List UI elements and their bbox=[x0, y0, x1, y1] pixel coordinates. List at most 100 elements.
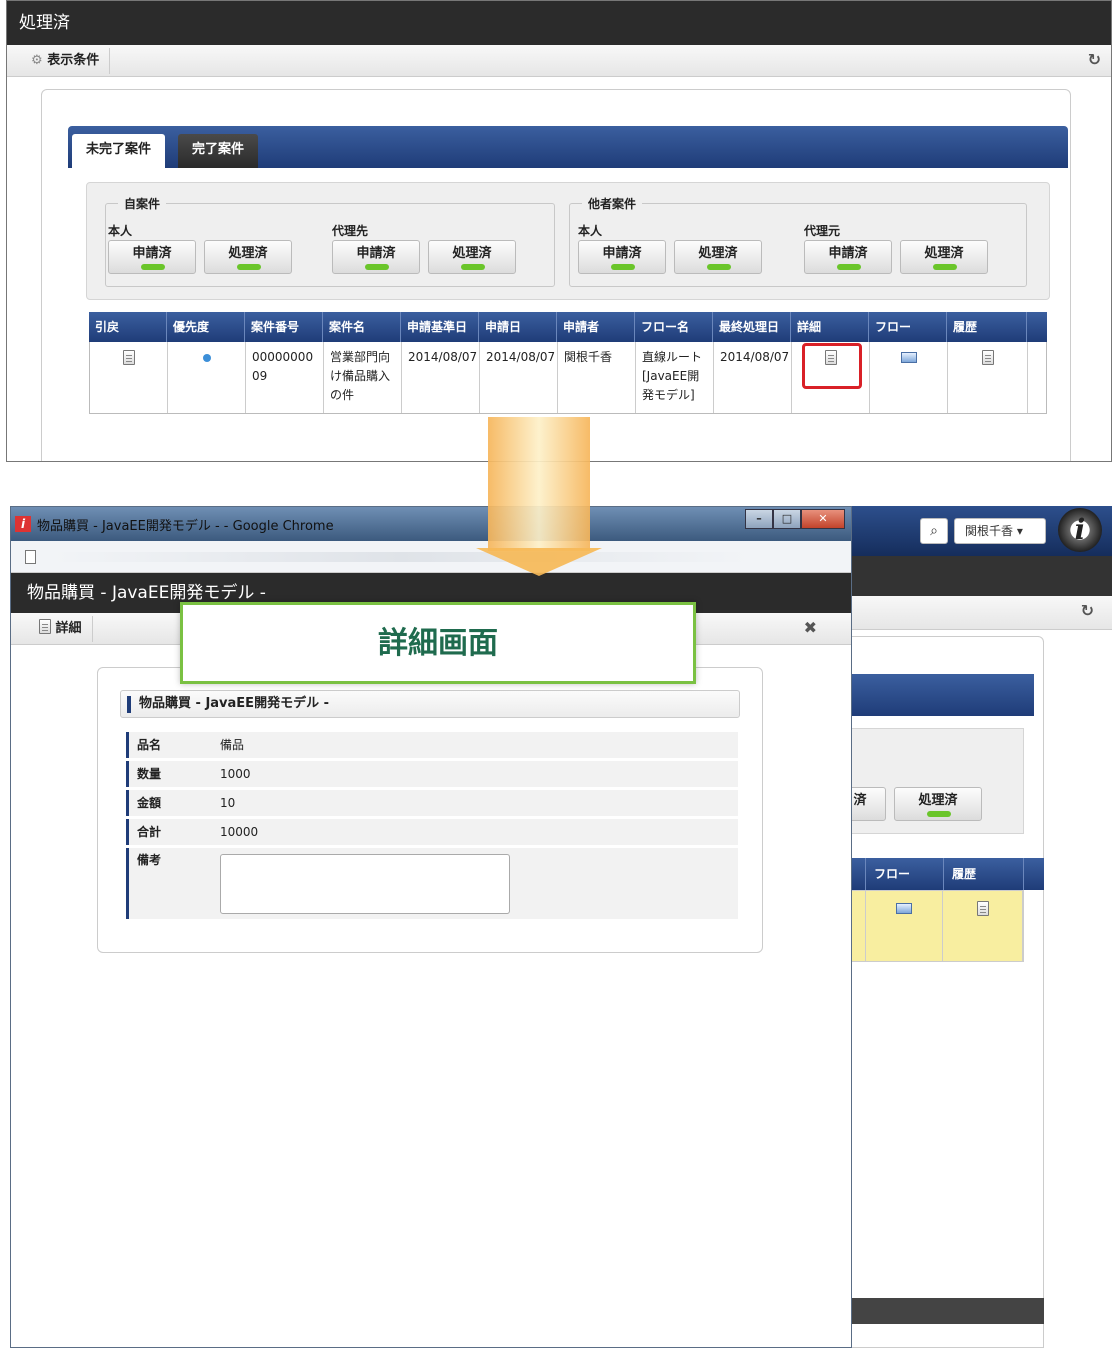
top-screenshot: 処理済 ⚙ 表示条件 ↻ 未完了案件 完了案件 自案件 本人 代理先 申請済 処… bbox=[6, 0, 1112, 462]
col-detail: 詳細 bbox=[791, 312, 869, 342]
pullback-cell bbox=[90, 342, 168, 413]
others-processed-button[interactable]: 処理済 bbox=[674, 240, 762, 274]
tab-incomplete[interactable]: 未完了案件 bbox=[72, 134, 166, 168]
flow-icon[interactable] bbox=[896, 903, 913, 914]
proxy-processed-button[interactable]: 処理済 bbox=[428, 240, 516, 274]
address-bar[interactable] bbox=[11, 541, 851, 573]
proxy-from-processed-button[interactable]: 処理済 bbox=[900, 240, 988, 274]
logo-icon: i bbox=[1058, 508, 1102, 552]
col-last-processed[interactable]: 最終処理日 bbox=[713, 312, 791, 342]
page-icon bbox=[25, 550, 36, 564]
user-name: 関根千香 bbox=[965, 524, 1014, 538]
blurred-url bbox=[51, 552, 751, 562]
col-applicant[interactable]: 申請者 bbox=[557, 312, 635, 342]
flow-icon[interactable] bbox=[900, 352, 917, 363]
search-icon[interactable]: ⌕ bbox=[920, 518, 948, 544]
field-label: 金額 bbox=[126, 790, 212, 816]
last-processed-cell: 2014/08/07 bbox=[714, 342, 792, 413]
window-title: 物品購買 - JavaEE開発モデル - - Google Chrome bbox=[37, 519, 334, 534]
close-icon[interactable]: ✖ bbox=[804, 618, 817, 637]
proxy-applied-button[interactable]: 申請済 bbox=[332, 240, 420, 274]
button-label: 申請済 bbox=[132, 246, 172, 261]
button-label: 済 bbox=[853, 793, 867, 808]
case-number-cell: 00000000 09 bbox=[246, 342, 324, 413]
field-label: 合計 bbox=[126, 819, 212, 845]
field-row: 金額 10 bbox=[126, 790, 738, 817]
table-footer bbox=[848, 1298, 1044, 1324]
col-case-number[interactable]: 案件番号 bbox=[245, 312, 323, 342]
status-bar bbox=[707, 264, 731, 270]
page-title: 処理済 bbox=[7, 1, 1111, 45]
display-conditions-button[interactable]: ⚙ 表示条件 bbox=[21, 48, 111, 74]
col-flow-name[interactable]: フロー名 bbox=[635, 312, 713, 342]
button-label: 処理済 bbox=[698, 246, 738, 261]
window-titlebar: i 物品購買 - JavaEE開発モデル - - Google Chrome –… bbox=[11, 507, 851, 541]
table-row-selected[interactable] bbox=[848, 890, 1024, 962]
col-case-name[interactable]: 案件名 bbox=[323, 312, 401, 342]
status-bar bbox=[237, 264, 261, 270]
history-icon[interactable] bbox=[981, 350, 994, 365]
reload-icon[interactable]: ↻ bbox=[1081, 601, 1094, 620]
status-bar bbox=[927, 811, 951, 817]
arrow-head bbox=[476, 548, 602, 576]
content-panel: 未完了案件 完了案件 自案件 本人 代理先 申請済 処理済 申請済 処理済 他者… bbox=[41, 89, 1071, 461]
history-cell bbox=[948, 342, 1028, 413]
col-history: 履歴 bbox=[944, 858, 1024, 890]
col-applied-date[interactable]: 申請日 bbox=[479, 312, 557, 342]
gear-icon: ⚙ bbox=[31, 53, 43, 68]
app-header: ⌕ 関根千香 ▾ i bbox=[848, 506, 1112, 556]
col-pullback[interactable]: 引戻 bbox=[89, 312, 167, 342]
history-icon[interactable] bbox=[976, 901, 989, 916]
col-base-date[interactable]: 申請基準日 bbox=[401, 312, 479, 342]
others-cases-group: 他者案件 本人 代理元 申請済 処理済 申請済 処理済 bbox=[569, 195, 1027, 287]
col-priority[interactable]: 優先度 bbox=[167, 312, 245, 342]
user-menu[interactable]: 関根千香 ▾ bbox=[954, 518, 1046, 544]
detail-highlight-box bbox=[802, 343, 862, 389]
self-label: 本人 bbox=[108, 224, 133, 238]
button-label: 処理済 bbox=[452, 246, 492, 261]
tab-bar bbox=[848, 674, 1034, 716]
self-label: 本人 bbox=[578, 224, 603, 238]
others-cases-legend: 他者案件 bbox=[582, 195, 643, 212]
status-bar bbox=[611, 264, 635, 270]
remarks-textarea[interactable] bbox=[220, 854, 510, 914]
transition-arrow bbox=[488, 417, 590, 551]
case-name-cell: 営業部門向け備品購入の件 bbox=[324, 342, 402, 413]
detail-tab-label: 詳細 bbox=[55, 621, 82, 636]
detail-tab-button[interactable]: 詳細 bbox=[29, 616, 93, 642]
field-label: 品名 bbox=[126, 732, 212, 758]
field-label: 数量 bbox=[126, 761, 212, 787]
col-flow: フロー bbox=[869, 312, 947, 342]
col-flow: フロー bbox=[866, 858, 944, 890]
flow-cell bbox=[866, 891, 944, 961]
flow-cell bbox=[870, 342, 948, 413]
tab-complete[interactable]: 完了案件 bbox=[178, 134, 259, 168]
others-applied-button[interactable]: 申請済 bbox=[578, 240, 666, 274]
flow-name-cell: 直線ルート[JavaEE開発モデル] bbox=[636, 342, 714, 413]
own-applied-button[interactable]: 申請済 bbox=[108, 240, 196, 274]
button-label: 申請済 bbox=[828, 246, 868, 261]
minimize-button[interactable]: – bbox=[745, 509, 773, 529]
pullback-icon[interactable] bbox=[122, 350, 135, 365]
maximize-button[interactable]: □ bbox=[773, 509, 801, 529]
field-value: 10 bbox=[220, 796, 236, 810]
field-row: 数量 1000 bbox=[126, 761, 738, 788]
field-value: 備品 bbox=[220, 738, 245, 752]
field-value: 1000 bbox=[220, 767, 251, 781]
filter-box: 済 処理済 bbox=[834, 728, 1024, 834]
processed-button[interactable]: 処理済 bbox=[894, 787, 982, 821]
status-bar bbox=[933, 264, 957, 270]
own-processed-button[interactable]: 処理済 bbox=[204, 240, 292, 274]
window-close-button[interactable]: ✕ bbox=[801, 509, 845, 529]
proxy-from-applied-button[interactable]: 申請済 bbox=[804, 240, 892, 274]
window-controls: – □ ✕ bbox=[745, 509, 845, 529]
applicant-cell: 関根千香 bbox=[558, 342, 636, 413]
field-value: 10000 bbox=[220, 825, 259, 839]
field-row: 品名 備品 bbox=[126, 732, 738, 759]
chevron-down-icon: ▾ bbox=[1016, 524, 1023, 538]
reload-icon[interactable]: ↻ bbox=[1088, 50, 1101, 69]
status-bar bbox=[837, 264, 861, 270]
col-history: 履歴 bbox=[947, 312, 1027, 342]
button-label: 申請済 bbox=[602, 246, 642, 261]
background-app: ⌕ 関根千香 ▾ i ↻ 済 処理済 フロー 履歴 bbox=[834, 506, 1112, 1348]
